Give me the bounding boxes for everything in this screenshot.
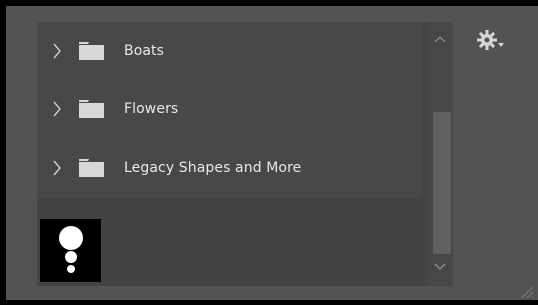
item-label: Legacy Shapes and More (124, 160, 302, 176)
shape-thumbnail[interactable] (40, 219, 101, 282)
list-item-flowers[interactable]: Flowers (37, 80, 422, 139)
folder-icon (79, 42, 104, 60)
folder-icon (79, 159, 104, 177)
chevron-right-icon[interactable] (51, 157, 63, 179)
chevron-right-icon[interactable] (51, 40, 63, 62)
dropdown-caret-icon (498, 33, 504, 52)
chevron-down-icon[interactable] (427, 254, 453, 280)
item-label: Boats (124, 43, 165, 59)
folder-icon (79, 100, 104, 118)
app-frame: Boats Flowers Legacy Shapes and More (0, 0, 538, 305)
shapes-panel: Boats Flowers Legacy Shapes and More (6, 6, 538, 300)
vertical-scrollbar[interactable] (427, 22, 453, 286)
scroll-thumb[interactable] (433, 112, 451, 254)
item-label: Flowers (124, 101, 179, 117)
gear-icon (476, 29, 498, 55)
resize-grip-icon[interactable] (516, 281, 534, 299)
list-item-boats[interactable]: Boats (37, 22, 422, 81)
settings-menu-button[interactable] (476, 30, 516, 54)
chevron-up-icon[interactable] (427, 26, 453, 52)
chevron-right-icon[interactable] (51, 98, 63, 120)
list-item-legacy-shapes[interactable]: Legacy Shapes and More (37, 138, 422, 199)
